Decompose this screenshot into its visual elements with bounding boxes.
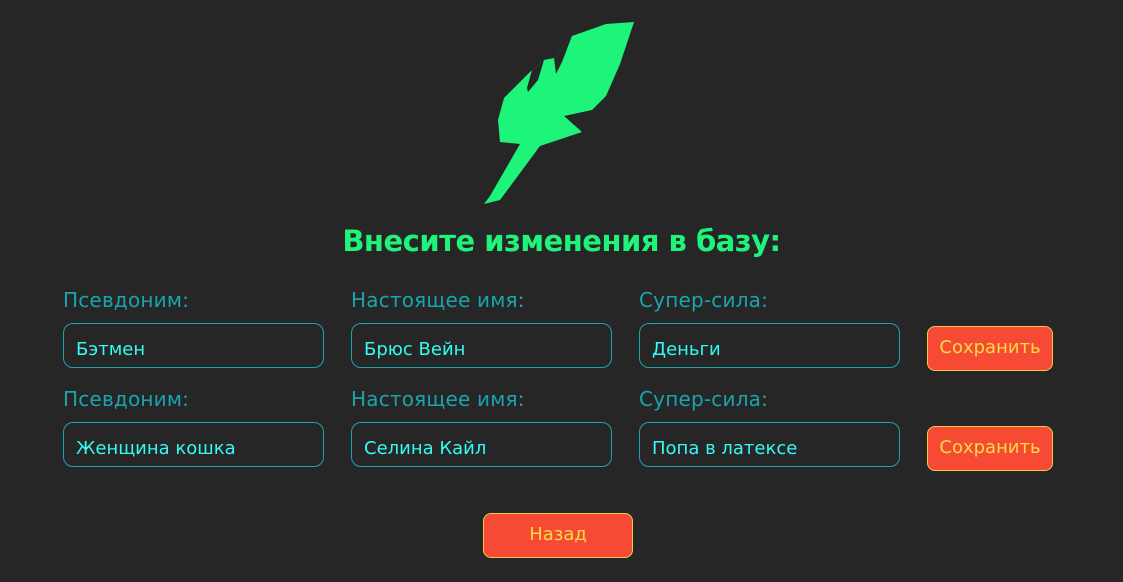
real-name-label: Настоящее имя: bbox=[351, 387, 525, 411]
alias-input[interactable]: Бэтмен bbox=[63, 323, 324, 368]
superpower-label: Супер-сила: bbox=[639, 288, 769, 312]
real-name-label: Настоящее имя: bbox=[351, 288, 525, 312]
real-name-input[interactable]: Селина Кайл bbox=[351, 422, 612, 467]
superpower-input[interactable]: Попа в латексе bbox=[639, 422, 900, 467]
feather-icon bbox=[484, 22, 634, 204]
back-button[interactable]: Назад bbox=[483, 513, 633, 558]
alias-label: Псевдоним: bbox=[63, 387, 190, 411]
alias-label: Псевдоним: bbox=[63, 288, 190, 312]
hero-row: Псевдоним: Настоящее имя: Супер-сила: Же… bbox=[0, 387, 1123, 487]
page-title: Внесите изменения в базу: bbox=[342, 224, 781, 258]
real-name-input[interactable]: Брюс Вейн bbox=[351, 323, 612, 368]
save-button[interactable]: Сохранить bbox=[927, 426, 1053, 471]
hero-row: Псевдоним: Настоящее имя: Супер-сила: Бэ… bbox=[0, 288, 1123, 388]
superpower-label: Супер-сила: bbox=[639, 387, 769, 411]
edit-page: Внесите изменения в базу: Псевдоним: Нас… bbox=[0, 0, 1123, 582]
superpower-input[interactable]: Деньги bbox=[639, 323, 900, 368]
save-button[interactable]: Сохранить bbox=[927, 326, 1053, 371]
alias-input[interactable]: Женщина кошка bbox=[63, 422, 324, 467]
